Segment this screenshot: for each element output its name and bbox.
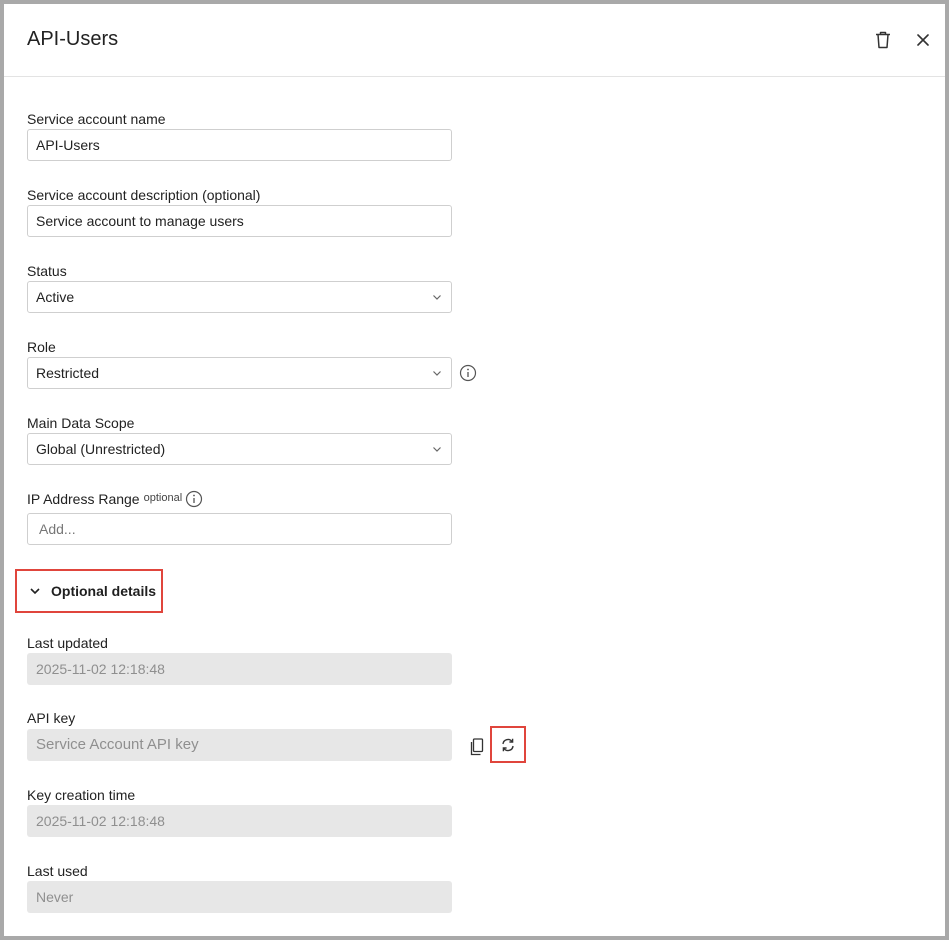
ip-range-label-text: IP Address Range — [27, 491, 140, 507]
delete-button[interactable] — [871, 28, 895, 52]
key-creation-label: Key creation time — [27, 787, 136, 803]
copy-icon — [470, 738, 484, 756]
status-label: Status — [27, 263, 67, 279]
chevron-down-icon — [433, 295, 441, 300]
last-updated-value: 2025-11-02 12:18:48 — [27, 653, 452, 685]
chevron-down-icon — [433, 447, 441, 452]
regenerate-icon — [502, 738, 514, 751]
status-value: Active — [36, 289, 75, 305]
close-button[interactable] — [911, 28, 935, 52]
last-updated-label: Last updated — [27, 635, 108, 651]
chevron-down-icon — [433, 371, 441, 376]
ip-range-input[interactable] — [27, 513, 452, 545]
role-select[interactable]: Restricted — [27, 357, 452, 389]
service-account-panel: API-Users Service account name Service a… — [4, 4, 945, 936]
description-label: Service account description (optional) — [27, 187, 261, 203]
role-label: Role — [27, 339, 56, 355]
name-input[interactable] — [27, 129, 452, 161]
last-used-label: Last used — [27, 863, 88, 879]
info-icon[interactable] — [185, 490, 203, 508]
optional-tag: optional — [143, 492, 183, 504]
scope-label: Main Data Scope — [27, 415, 135, 431]
name-label: Service account name — [27, 111, 166, 127]
scope-value: Global (Unrestricted) — [36, 441, 166, 457]
optional-details-label: Optional details — [51, 583, 157, 599]
close-icon — [917, 34, 929, 46]
description-input[interactable] — [27, 205, 452, 237]
chevron-down-icon — [30, 588, 40, 595]
page-title: API-Users — [27, 28, 119, 50]
regenerate-api-key-button[interactable] — [490, 726, 526, 763]
panel-header: API-Users — [4, 4, 945, 77]
ip-range-label: IP Address Range optional — [27, 491, 182, 507]
info-icon[interactable] — [459, 364, 477, 382]
trash-icon — [876, 31, 890, 49]
api-key-value: Service Account API key — [27, 729, 452, 761]
copy-api-key-button[interactable] — [465, 735, 489, 759]
key-creation-value: 2025-11-02 12:18:48 — [27, 805, 452, 837]
status-select[interactable]: Active — [27, 281, 452, 313]
scope-select[interactable]: Global (Unrestricted) — [27, 433, 452, 465]
role-value: Restricted — [36, 365, 100, 381]
last-used-value: Never — [27, 881, 452, 913]
api-key-label: API key — [27, 710, 76, 726]
optional-details-toggle[interactable]: Optional details — [15, 569, 163, 613]
